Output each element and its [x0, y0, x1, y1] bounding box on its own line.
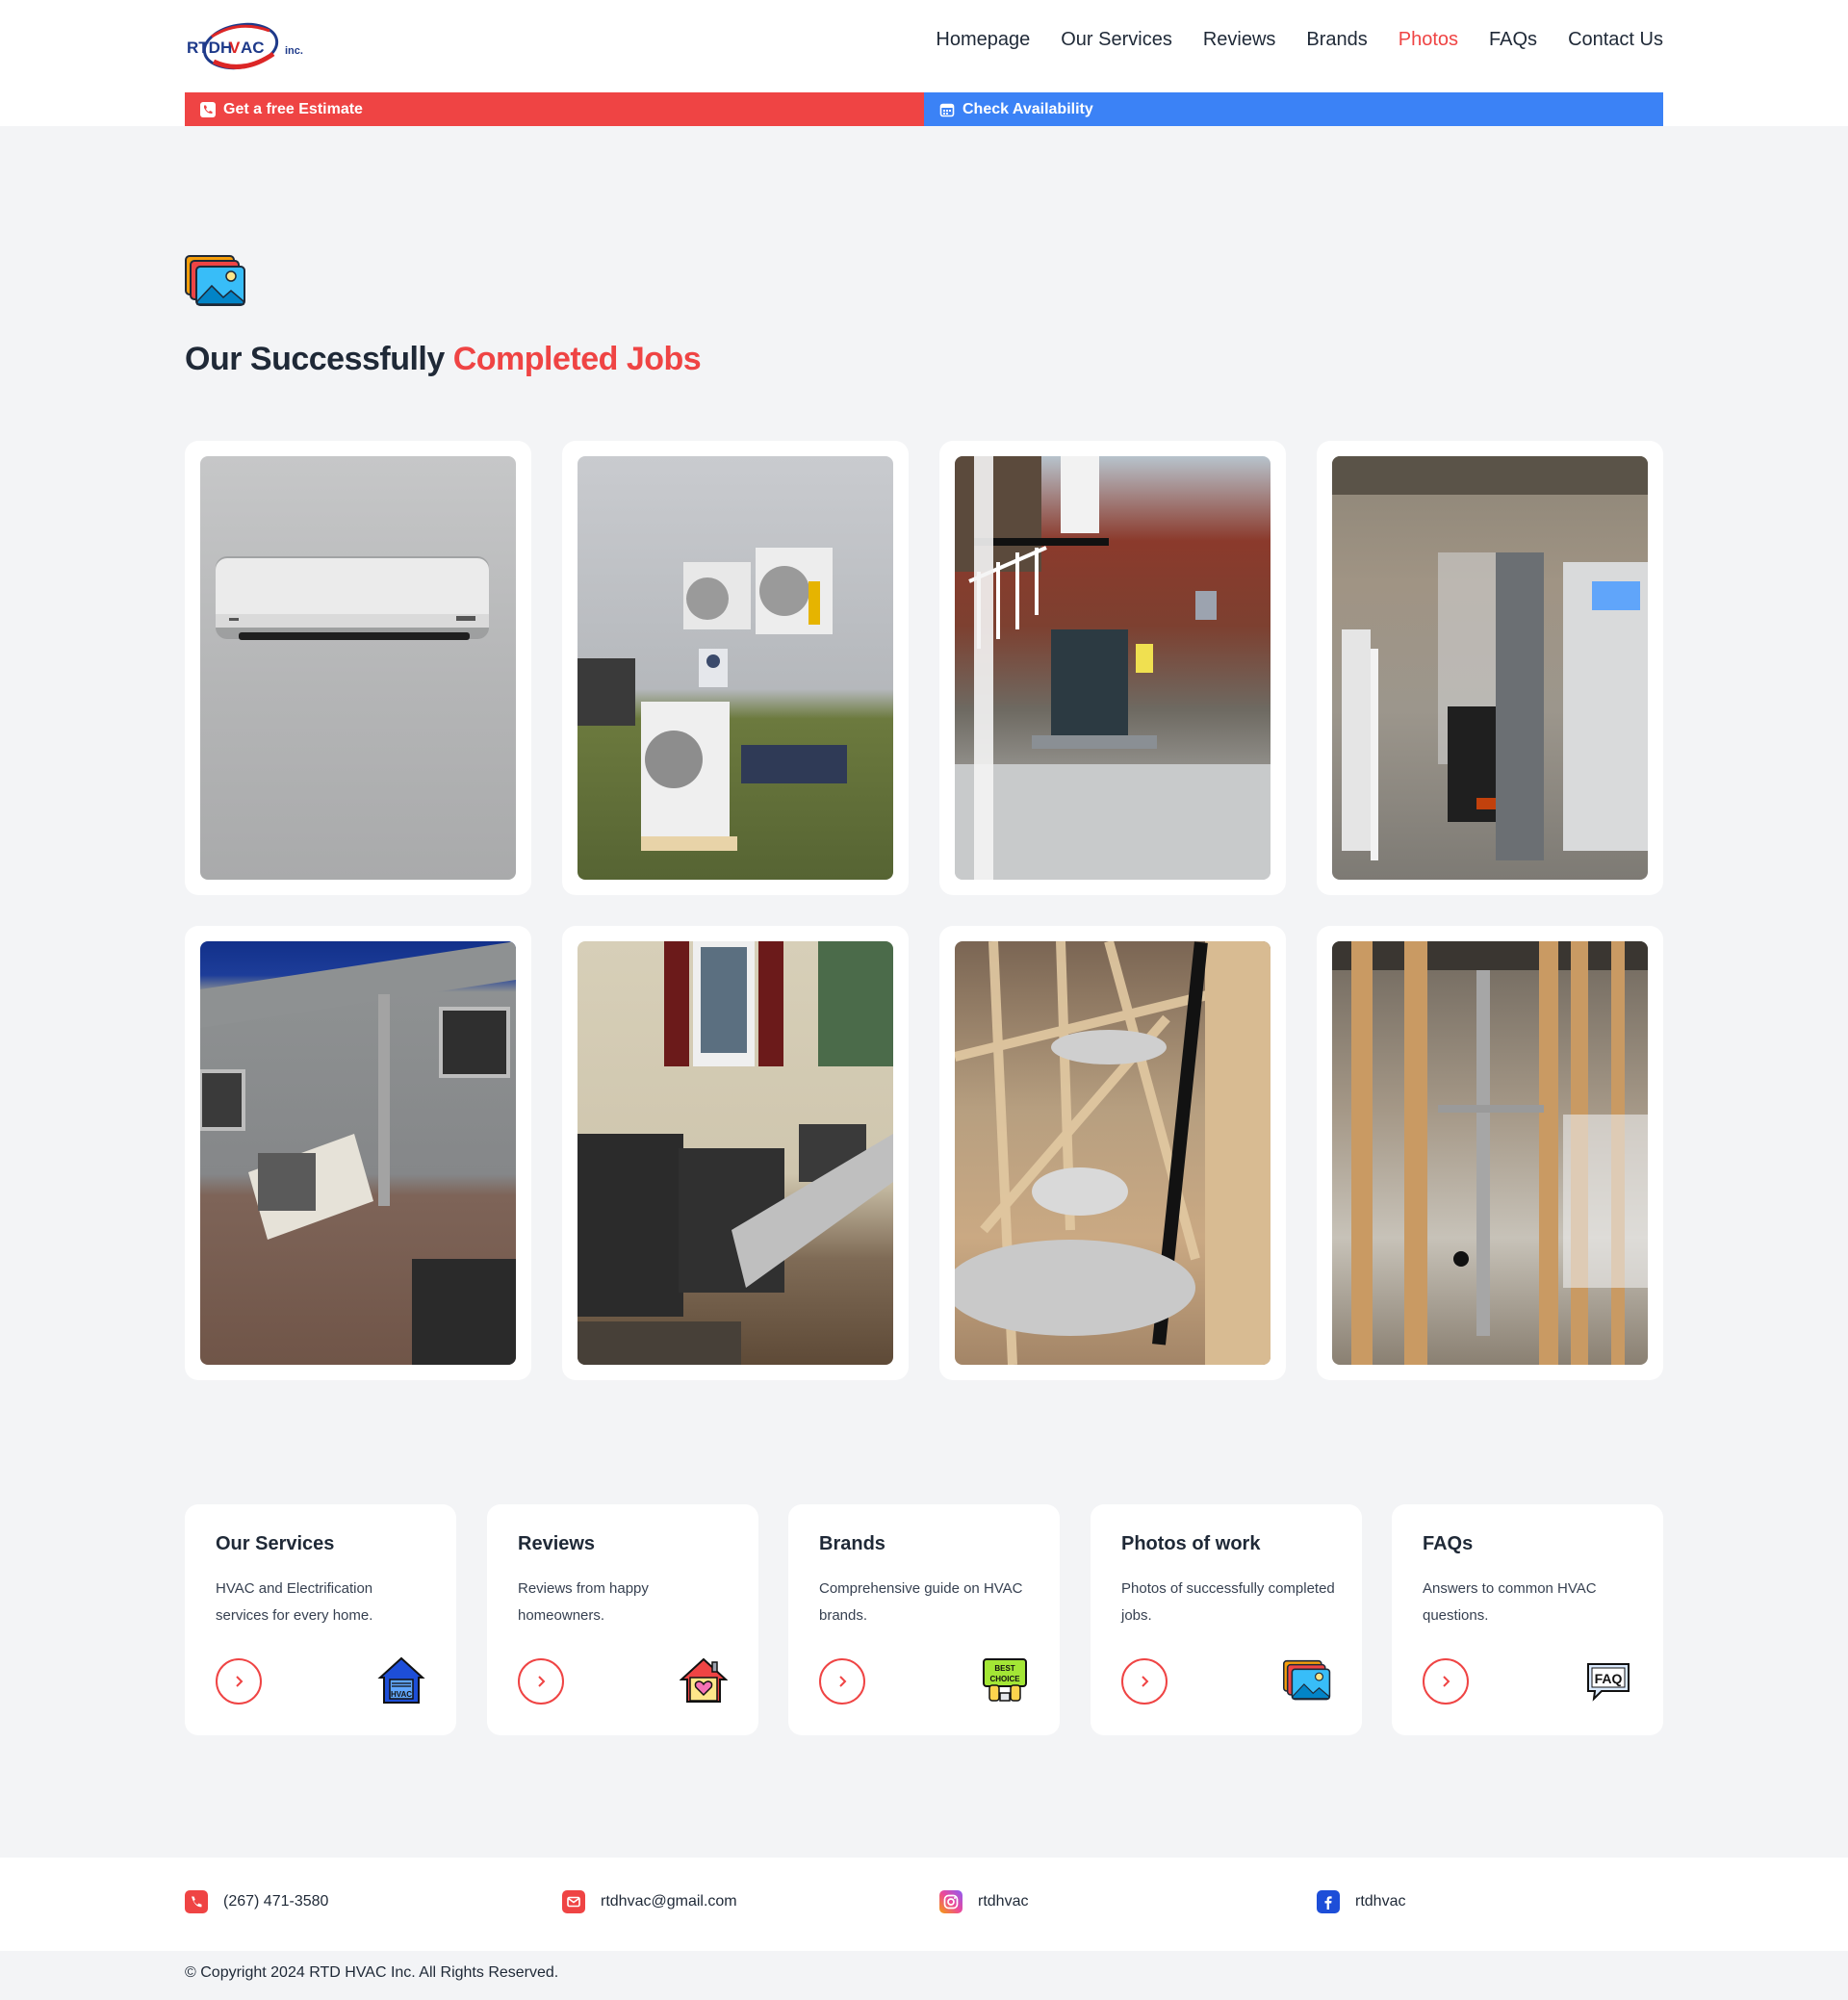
email-icon — [562, 1890, 585, 1913]
service-card-description: HVAC and Electrification services for ev… — [216, 1580, 373, 1624]
free-estimate-label: Get a free Estimate — [223, 100, 363, 117]
svg-text:inc.: inc. — [285, 45, 303, 57]
chevron-right-icon — [538, 1676, 546, 1687]
nav-homepage[interactable]: Homepage — [936, 29, 1030, 51]
nav-faqs[interactable]: FAQs — [1489, 29, 1537, 51]
job-photo — [578, 941, 893, 1365]
service-card-title: Brands — [819, 1533, 886, 1554]
chevron-right-icon — [1142, 1676, 1149, 1687]
free-estimate-button[interactable]: Get a free Estimate — [185, 92, 924, 126]
hvac-house-icon: HVAC — [377, 1656, 425, 1705]
service-card-brands[interactable]: Brands Comprehensive guide on HVAC brand… — [788, 1504, 1060, 1735]
svg-text:CHOICE: CHOICE — [989, 1675, 1020, 1683]
page-title-accent: Completed Jobs — [452, 341, 702, 377]
footer-email-text: rtdhvac@gmail.com — [601, 1893, 737, 1910]
check-availability-label: Check Availability — [962, 100, 1093, 117]
phone-icon — [185, 1890, 208, 1913]
page-title-main: Our Successfully — [185, 341, 453, 377]
phone-icon — [200, 101, 216, 117]
main-nav: Homepage Our Services Reviews Brands Pho… — [936, 29, 1663, 51]
service-card-reviews[interactable]: Reviews Reviews from happy homeowners. — [487, 1504, 758, 1735]
service-card-arrow-button[interactable] — [518, 1658, 564, 1705]
footer-facebook-text: rtdhvac — [1355, 1893, 1406, 1910]
photo-card[interactable] — [185, 926, 531, 1380]
check-availability-button[interactable]: Check Availability — [924, 92, 1663, 126]
service-card-our-services[interactable]: Our Services HVAC and Electrification se… — [185, 1504, 456, 1735]
facebook-icon — [1317, 1890, 1340, 1913]
photo-card[interactable] — [939, 441, 1286, 895]
nav-our-services[interactable]: Our Services — [1061, 29, 1172, 51]
service-card-title: Reviews — [518, 1533, 596, 1554]
photos-icon — [1283, 1656, 1331, 1705]
job-photo — [200, 456, 516, 880]
nav-photos[interactable]: Photos — [1399, 29, 1458, 51]
job-photo — [200, 941, 516, 1365]
photo-card[interactable] — [562, 441, 909, 895]
job-photo — [955, 941, 1270, 1365]
svg-text:V: V — [229, 38, 241, 57]
nav-brands[interactable]: Brands — [1306, 29, 1367, 51]
svg-text:FAQ: FAQ — [1595, 1671, 1623, 1686]
calendar-icon — [939, 103, 955, 116]
site-header: RTDH V AC inc. Homepage Our Services Rev… — [0, 0, 1848, 126]
service-card-arrow-button[interactable] — [819, 1658, 865, 1705]
service-card-faqs[interactable]: FAQs Answers to common HVAC questions. F… — [1392, 1504, 1663, 1735]
chevron-right-icon — [839, 1676, 847, 1687]
svg-text:RTDH: RTDH — [187, 38, 232, 57]
footer-instagram-text: rtdhvac — [978, 1893, 1029, 1910]
job-photo — [1332, 456, 1648, 880]
service-card-arrow-button[interactable] — [1423, 1658, 1469, 1705]
photos-icon — [185, 255, 246, 307]
page-title: Our Successfully Completed Jobs — [185, 341, 702, 378]
service-card-description: Reviews from happy homeowners. — [518, 1580, 649, 1624]
svg-text:BEST: BEST — [994, 1664, 1014, 1673]
company-logo[interactable]: RTDH V AC inc. — [185, 15, 308, 77]
instagram-icon — [939, 1890, 962, 1913]
footer-instagram[interactable]: rtdhvac — [939, 1890, 1028, 1913]
chevron-right-icon — [1443, 1676, 1450, 1687]
service-card-title: Photos of work — [1121, 1533, 1261, 1554]
service-card-description: Photos of successfully completed jobs. — [1121, 1580, 1335, 1624]
service-card-title: FAQs — [1423, 1533, 1474, 1554]
photo-card[interactable] — [185, 441, 531, 895]
nav-reviews[interactable]: Reviews — [1203, 29, 1276, 51]
svg-text:HVAC: HVAC — [391, 1690, 412, 1699]
site-footer: (267) 471-3580 rtdhvac@gmail.com rtdhvac… — [0, 1858, 1848, 1951]
best-choice-icon: BEST CHOICE — [981, 1656, 1029, 1705]
footer-email[interactable]: rtdhvac@gmail.com — [562, 1890, 737, 1913]
photo-card[interactable] — [562, 926, 909, 1380]
footer-phone[interactable]: (267) 471-3580 — [185, 1890, 328, 1913]
job-photo — [955, 456, 1270, 880]
copyright-text: © Copyright 2024 RTD HVAC Inc. All Right… — [185, 1964, 559, 1981]
photo-card[interactable] — [1317, 926, 1663, 1380]
footer-phone-text: (267) 471-3580 — [223, 1893, 329, 1910]
svg-text:AC: AC — [241, 38, 265, 57]
service-card-description: Comprehensive guide on HVAC brands. — [819, 1580, 1023, 1624]
nav-contact-us[interactable]: Contact Us — [1568, 29, 1663, 51]
service-card-title: Our Services — [216, 1533, 335, 1554]
service-card-arrow-button[interactable] — [216, 1658, 262, 1705]
faq-icon: FAQ — [1584, 1656, 1632, 1705]
service-card-description: Answers to common HVAC questions. — [1423, 1580, 1597, 1624]
chevron-right-icon — [236, 1676, 244, 1687]
home-heart-icon — [679, 1656, 729, 1705]
service-card-photos-of-work[interactable]: Photos of work Photos of successfully co… — [1091, 1504, 1362, 1735]
photo-card[interactable] — [939, 926, 1286, 1380]
job-photo — [578, 456, 893, 880]
footer-facebook[interactable]: rtdhvac — [1317, 1890, 1405, 1913]
photo-card[interactable] — [1317, 441, 1663, 895]
service-card-arrow-button[interactable] — [1121, 1658, 1168, 1705]
job-photo — [1332, 941, 1648, 1365]
